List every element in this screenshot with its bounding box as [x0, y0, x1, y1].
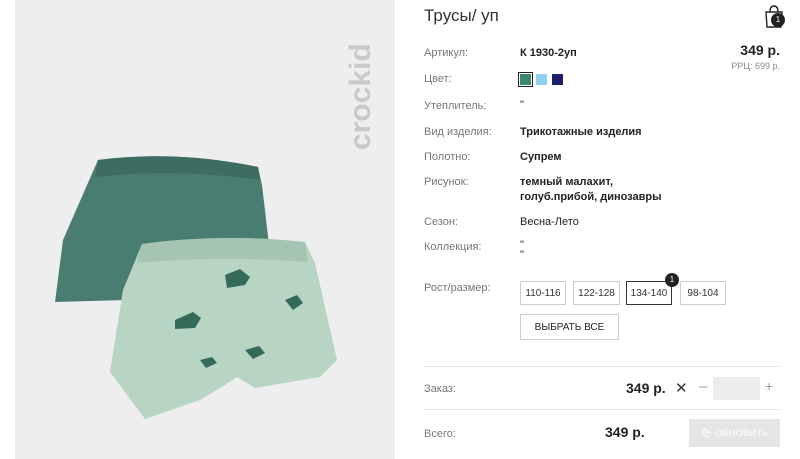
product-photo: crockid [55, 43, 377, 419]
product-image: crockid [15, 0, 395, 459]
select-all-button[interactable]: ВЫБРАТЬ ВСЕ [520, 314, 619, 340]
type-label: Вид изделия: [424, 126, 492, 138]
divider [424, 366, 780, 367]
update-button[interactable]: 🛍 ОБНОВИТЬ [689, 419, 780, 447]
type-value: Трикотажные изделия [520, 126, 642, 138]
size-option-122-128[interactable]: 122-128 [573, 281, 620, 305]
svg-text:crockid: crockid [344, 43, 377, 150]
insulation-value: " [520, 99, 524, 111]
cart-count-badge: 1 [771, 13, 785, 27]
divider [424, 409, 780, 410]
size-option-98-104[interactable]: 98-104 [680, 281, 726, 305]
size-option-110-116[interactable]: 110-116 [520, 281, 566, 305]
color-swatch-light-blue[interactable] [536, 74, 547, 85]
rrp-price: РРЦ: 699 р. [731, 61, 780, 71]
article-value: К 1930-2уп [520, 47, 577, 59]
total-value: 349 р. [605, 424, 645, 440]
remove-icon[interactable]: ✕ [675, 379, 688, 397]
size-count-badge: 1 [665, 273, 679, 287]
product-title: Трусы/ уп [424, 6, 499, 25]
season-label: Сезон: [424, 216, 458, 228]
color-label: Цвет: [424, 73, 452, 85]
color-swatch-navy[interactable] [552, 74, 563, 85]
size-label: Рост/размер: [424, 282, 491, 294]
increase-quantity-button[interactable]: + [765, 378, 773, 394]
pattern-label: Рисунок: [424, 176, 469, 188]
order-label: Заказ: [424, 383, 456, 395]
collection-value-line2: " [520, 249, 524, 261]
color-swatch-malachite[interactable] [518, 72, 533, 87]
total-label: Всего: [424, 428, 456, 440]
pattern-value-line1: темный малахит, [520, 176, 614, 188]
decrease-quantity-button[interactable]: – [699, 378, 707, 395]
insulation-label: Утеплитель: [424, 100, 487, 112]
article-label: Артикул: [424, 47, 469, 59]
cart-icon: 🛍 [700, 428, 713, 438]
fabric-value: Супрем [520, 151, 562, 163]
fabric-label: Полотно: [424, 151, 471, 163]
order-price: 349 р. [626, 380, 666, 396]
pattern-value-line2: голуб.прибой, динозавры [520, 191, 662, 203]
size-option-134-140[interactable]: 134-140 [626, 281, 672, 305]
product-price: 349 р. [740, 42, 780, 58]
season-value: Весна-Лето [520, 216, 579, 228]
update-button-label: ОБНОВИТЬ [715, 428, 769, 438]
collection-label: Коллекция: [424, 241, 482, 253]
quantity-input[interactable] [713, 377, 760, 400]
